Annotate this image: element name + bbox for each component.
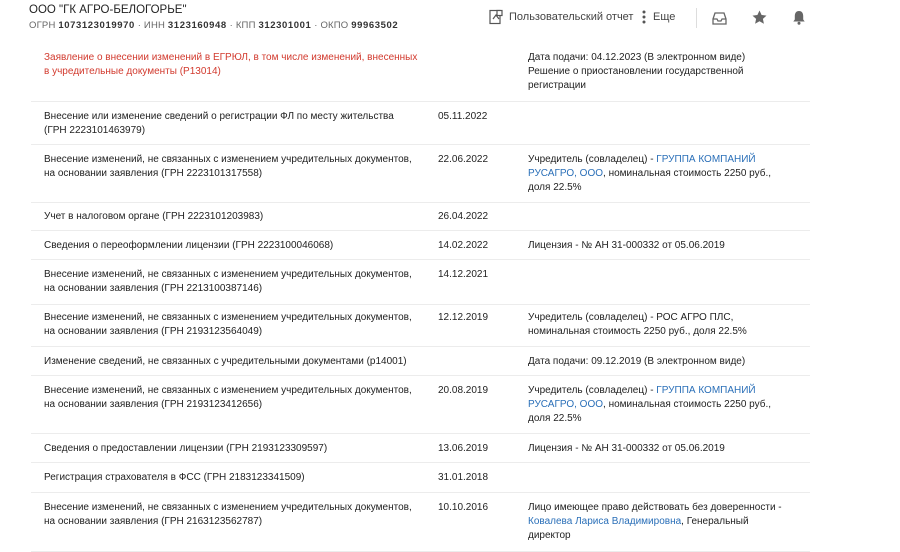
list-item[interactable]: Внесение изменений, не связанных с измен… [31,493,810,552]
event-date: 20.08.2019 [438,385,489,396]
list-item[interactable]: Сведения о переоформлении лицензии (ГРН … [31,231,810,260]
company-ids: ОГРН 1073123019970 · ИНН 3123160948 · КП… [29,20,399,31]
event-info: Дата подачи: 09.12.2019 (В электронном в… [528,356,746,367]
more-label: Еще [653,11,676,23]
kpp-label: КПП [235,20,256,31]
event-title: Внесение изменений, не связанных с измен… [44,154,412,179]
event-title: Изменение сведений, не связанных с учред… [44,356,407,367]
bell-icon[interactable] [791,9,807,26]
list-item[interactable]: Сведения о предоставлении лицензии (ГРН … [31,434,810,463]
events-list: Заявление о внесении изменений в ЕГРЮЛ, … [31,41,810,552]
event-date: 31.01.2018 [438,472,489,483]
inn-label: ИНН [143,20,166,31]
event-info: Учредитель (совладелец) - ГРУППА КОМПАНИ… [528,153,783,195]
info-text: Лицо имеющее право действовать без довер… [528,502,782,513]
more-button[interactable]: Еще [640,9,675,25]
event-date: 10.10.2016 [438,502,489,513]
event-date: 12.12.2019 [438,312,489,323]
event-title: Внесение изменений, не связанных с измен… [44,312,412,337]
custom-report-label: Пользовательский отчет [509,11,634,23]
ogrn-value: 1073123019970 [58,20,135,31]
list-item[interactable]: Внесение изменений, не связанных с измен… [31,376,810,434]
info-text: Учредитель (совладелец) - [528,385,657,396]
list-item[interactable]: Учет в налоговом органе (ГРН 22231012039… [31,203,810,231]
list-item[interactable]: Регистрация страхователя в ФСС (ГРН 2183… [31,463,810,493]
person-link[interactable]: Ковалева Лариса Владимировна [528,516,681,527]
company-header: ООО "ГК АГРО-БЕЛОГОРЬЕ" ОГРН 10731230199… [0,0,900,38]
list-item[interactable]: Внесение или изменение сведений о регист… [31,102,810,145]
company-name: ООО "ГК АГРО-БЕЛОГОРЬЕ" [29,4,187,16]
header-divider [696,8,697,28]
event-info: Лицензия - № АН 31-000332 от 05.06.2019 [528,443,725,454]
report-icon [489,9,503,25]
event-title: Внесение или изменение сведений о регист… [44,111,394,136]
event-date: 22.06.2022 [438,154,489,165]
star-icon[interactable] [751,9,768,26]
event-title: Внесение изменений, не связанных с измен… [44,502,412,527]
event-info: Лицо имеющее право действовать без довер… [528,501,783,543]
event-date: 14.02.2022 [438,240,489,251]
event-date: 26.04.2022 [438,211,489,222]
event-date: 14.12.2021 [438,269,489,280]
event-date: 05.11.2022 [438,111,488,122]
kpp-value: 312301001 [258,20,312,31]
okpo-value: 99963502 [351,20,399,31]
event-title: Внесение изменений, не связанных с измен… [44,269,412,294]
info-text: Учредитель (совладелец) - [528,154,657,165]
list-item[interactable]: Внесение изменений, не связанных с измен… [31,260,810,305]
event-title: Заявление о внесении изменений в ЕГРЮЛ, … [44,52,418,77]
inn-value: 3123160948 [167,20,227,31]
more-vertical-icon [642,10,646,24]
event-info: Учредитель (совладелец) - ГРУППА КОМПАНИ… [528,384,783,426]
event-info: Лицензия - № АН 31-000332 от 05.06.2019 [528,240,725,251]
okpo-label: ОКПО [320,20,349,31]
list-item[interactable]: Внесение изменений, не связанных с измен… [31,305,810,347]
event-date: 13.06.2019 [438,443,489,454]
inbox-icon[interactable] [711,10,728,26]
event-title: Внесение изменений, не связанных с измен… [44,385,412,410]
custom-report-button[interactable]: Пользовательский отчет [488,9,633,25]
list-item[interactable]: Внесение изменений, не связанных с измен… [31,145,810,203]
event-title: Регистрация страхователя в ФСС (ГРН 2183… [44,472,305,483]
event-info: Дата подачи: 04.12.2023 (В электронном в… [528,52,746,91]
list-item[interactable]: Изменение сведений, не связанных с учред… [31,347,810,376]
list-item[interactable]: Заявление о внесении изменений в ЕГРЮЛ, … [31,41,810,102]
event-title: Сведения о переоформлении лицензии (ГРН … [44,240,334,251]
ogrn-label: ОГРН [29,20,56,31]
event-title: Сведения о предоставлении лицензии (ГРН … [44,443,328,454]
event-title: Учет в налоговом органе (ГРН 22231012039… [44,211,264,222]
event-info: Учредитель (совладелец) - РОС АГРО ПЛС, … [528,312,747,337]
